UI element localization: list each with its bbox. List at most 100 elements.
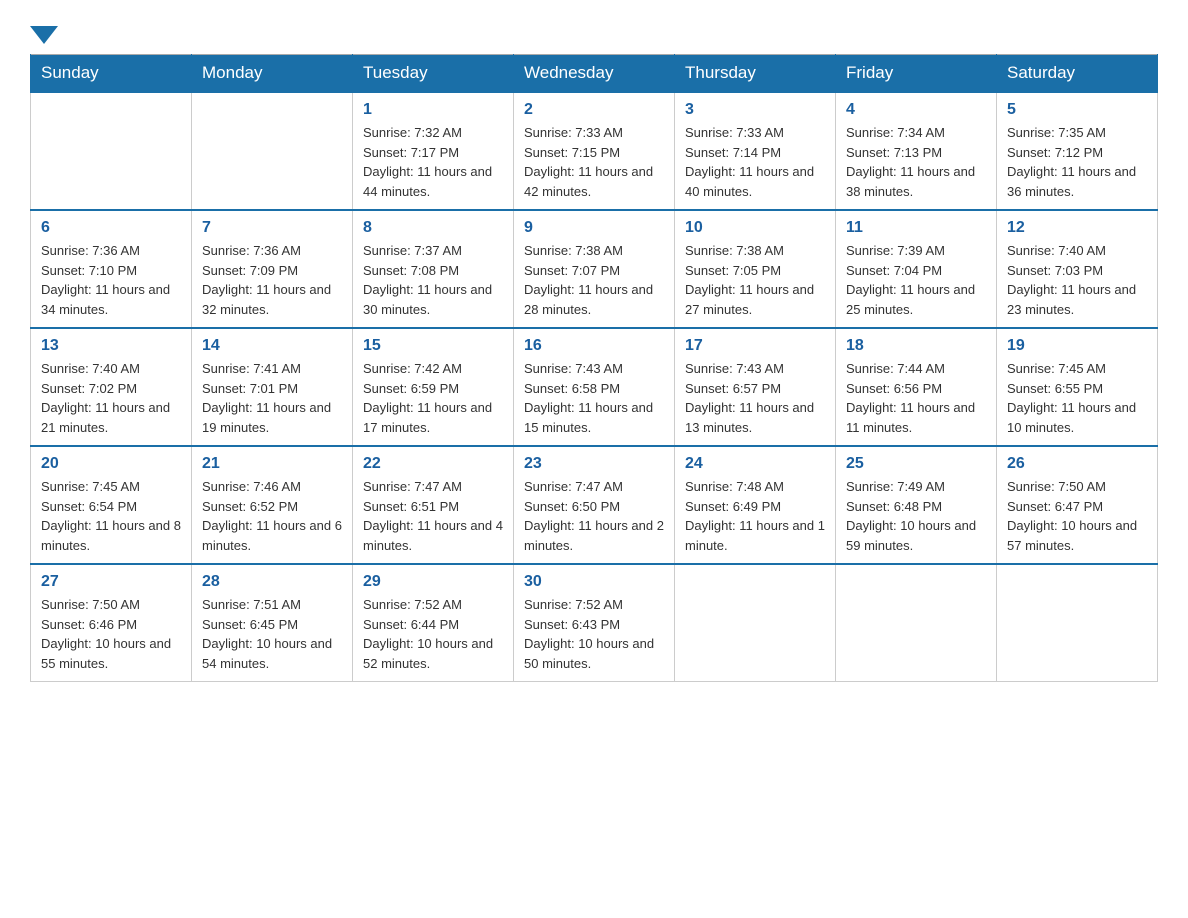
calendar-cell: 18 Sunrise: 7:44 AMSunset: 6:56 PMDayligh…	[836, 328, 997, 446]
day-number: 25	[846, 455, 986, 473]
day-info: Sunrise: 7:40 AMSunset: 7:03 PMDaylight:…	[1007, 241, 1147, 319]
day-info: Sunrise: 7:38 AMSunset: 7:05 PMDaylight:…	[685, 241, 825, 319]
logo	[30, 20, 58, 44]
logo-row1	[30, 20, 58, 44]
day-info: Sunrise: 7:50 AMSunset: 6:47 PMDaylight:…	[1007, 477, 1147, 555]
day-info: Sunrise: 7:49 AMSunset: 6:48 PMDaylight:…	[846, 477, 986, 555]
calendar-week-row: 27 Sunrise: 7:50 AMSunset: 6:46 PMDayligh…	[31, 564, 1158, 682]
header-wednesday: Wednesday	[514, 55, 675, 93]
calendar-table: SundayMondayTuesdayWednesdayThursdayFrid…	[30, 54, 1158, 682]
day-number: 11	[846, 219, 986, 237]
day-number: 12	[1007, 219, 1147, 237]
logo-combined	[30, 20, 58, 44]
day-number: 4	[846, 101, 986, 119]
day-number: 14	[202, 337, 342, 355]
day-info: Sunrise: 7:48 AMSunset: 6:49 PMDaylight:…	[685, 477, 825, 555]
calendar-week-row: 1 Sunrise: 7:32 AMSunset: 7:17 PMDaylight…	[31, 92, 1158, 210]
day-info: Sunrise: 7:39 AMSunset: 7:04 PMDaylight:…	[846, 241, 986, 319]
day-info: Sunrise: 7:43 AMSunset: 6:57 PMDaylight:…	[685, 359, 825, 437]
calendar-cell: 3 Sunrise: 7:33 AMSunset: 7:14 PMDaylight…	[675, 92, 836, 210]
calendar-cell: 25 Sunrise: 7:49 AMSunset: 6:48 PMDayligh…	[836, 446, 997, 564]
calendar-cell: 20 Sunrise: 7:45 AMSunset: 6:54 PMDayligh…	[31, 446, 192, 564]
day-info: Sunrise: 7:47 AMSunset: 6:50 PMDaylight:…	[524, 477, 664, 555]
calendar-cell: 13 Sunrise: 7:40 AMSunset: 7:02 PMDayligh…	[31, 328, 192, 446]
day-number: 26	[1007, 455, 1147, 473]
day-number: 10	[685, 219, 825, 237]
calendar-cell: 27 Sunrise: 7:50 AMSunset: 6:46 PMDayligh…	[31, 564, 192, 682]
calendar-cell: 16Sunrise: 7:43 AMSunset: 6:58 PMDayligh…	[514, 328, 675, 446]
day-number: 1	[363, 101, 503, 119]
day-number: 13	[41, 337, 181, 355]
day-info: Sunrise: 7:36 AMSunset: 7:10 PMDaylight:…	[41, 241, 181, 319]
day-info: Sunrise: 7:47 AMSunset: 6:51 PMDaylight:…	[363, 477, 503, 555]
calendar-cell: 30 Sunrise: 7:52 AMSunset: 6:43 PMDayligh…	[514, 564, 675, 682]
calendar-cell: 9Sunrise: 7:38 AMSunset: 7:07 PMDaylight…	[514, 210, 675, 328]
calendar-cell: 14 Sunrise: 7:41 AMSunset: 7:01 PMDayligh…	[192, 328, 353, 446]
calendar-cell: 8 Sunrise: 7:37 AMSunset: 7:08 PMDaylight…	[353, 210, 514, 328]
day-number: 30	[524, 573, 664, 591]
calendar-cell	[675, 564, 836, 682]
day-info: Sunrise: 7:33 AMSunset: 7:14 PMDaylight:…	[685, 123, 825, 201]
calendar-cell: 6Sunrise: 7:36 AMSunset: 7:10 PMDaylight…	[31, 210, 192, 328]
calendar-cell	[192, 92, 353, 210]
day-info: Sunrise: 7:33 AMSunset: 7:15 PMDaylight:…	[524, 123, 664, 201]
day-number: 2	[524, 101, 664, 119]
day-number: 21	[202, 455, 342, 473]
calendar-cell	[997, 564, 1158, 682]
day-number: 24	[685, 455, 825, 473]
day-number: 29	[363, 573, 503, 591]
calendar-cell: 10 Sunrise: 7:38 AMSunset: 7:05 PMDayligh…	[675, 210, 836, 328]
day-number: 27	[41, 573, 181, 591]
day-info: Sunrise: 7:36 AMSunset: 7:09 PMDaylight:…	[202, 241, 342, 319]
day-number: 7	[202, 219, 342, 237]
calendar-cell: 2 Sunrise: 7:33 AMSunset: 7:15 PMDaylight…	[514, 92, 675, 210]
calendar-cell	[836, 564, 997, 682]
day-info: Sunrise: 7:35 AMSunset: 7:12 PMDaylight:…	[1007, 123, 1147, 201]
day-number: 9	[524, 219, 664, 237]
day-number: 15	[363, 337, 503, 355]
day-number: 18	[846, 337, 986, 355]
day-info: Sunrise: 7:32 AMSunset: 7:17 PMDaylight:…	[363, 123, 503, 201]
day-info: Sunrise: 7:52 AMSunset: 6:44 PMDaylight:…	[363, 595, 503, 673]
calendar-cell: 1 Sunrise: 7:32 AMSunset: 7:17 PMDaylight…	[353, 92, 514, 210]
logo-arrow-icon	[30, 26, 58, 44]
day-info: Sunrise: 7:45 AMSunset: 6:54 PMDaylight:…	[41, 477, 181, 555]
calendar-cell: 5 Sunrise: 7:35 AMSunset: 7:12 PMDaylight…	[997, 92, 1158, 210]
calendar-cell: 4 Sunrise: 7:34 AMSunset: 7:13 PMDaylight…	[836, 92, 997, 210]
calendar-header-row: SundayMondayTuesdayWednesdayThursdayFrid…	[31, 55, 1158, 93]
day-info: Sunrise: 7:52 AMSunset: 6:43 PMDaylight:…	[524, 595, 664, 673]
header-saturday: Saturday	[997, 55, 1158, 93]
day-number: 20	[41, 455, 181, 473]
day-info: Sunrise: 7:37 AMSunset: 7:08 PMDaylight:…	[363, 241, 503, 319]
day-info: Sunrise: 7:40 AMSunset: 7:02 PMDaylight:…	[41, 359, 181, 437]
day-info: Sunrise: 7:42 AMSunset: 6:59 PMDaylight:…	[363, 359, 503, 437]
day-info: Sunrise: 7:44 AMSunset: 6:56 PMDaylight:…	[846, 359, 986, 437]
day-info: Sunrise: 7:43 AMSunset: 6:58 PMDaylight:…	[524, 359, 664, 437]
day-info: Sunrise: 7:50 AMSunset: 6:46 PMDaylight:…	[41, 595, 181, 673]
day-info: Sunrise: 7:34 AMSunset: 7:13 PMDaylight:…	[846, 123, 986, 201]
day-number: 3	[685, 101, 825, 119]
calendar-cell: 7 Sunrise: 7:36 AMSunset: 7:09 PMDaylight…	[192, 210, 353, 328]
day-number: 8	[363, 219, 503, 237]
header-friday: Friday	[836, 55, 997, 93]
calendar-week-row: 6Sunrise: 7:36 AMSunset: 7:10 PMDaylight…	[31, 210, 1158, 328]
day-number: 5	[1007, 101, 1147, 119]
header-sunday: Sunday	[31, 55, 192, 93]
day-info: Sunrise: 7:45 AMSunset: 6:55 PMDaylight:…	[1007, 359, 1147, 437]
calendar-cell: 29 Sunrise: 7:52 AMSunset: 6:44 PMDayligh…	[353, 564, 514, 682]
day-number: 28	[202, 573, 342, 591]
calendar-cell: 23 Sunrise: 7:47 AMSunset: 6:50 PMDayligh…	[514, 446, 675, 564]
header-thursday: Thursday	[675, 55, 836, 93]
calendar-week-row: 20 Sunrise: 7:45 AMSunset: 6:54 PMDayligh…	[31, 446, 1158, 564]
day-info: Sunrise: 7:46 AMSunset: 6:52 PMDaylight:…	[202, 477, 342, 555]
calendar-cell: 11 Sunrise: 7:39 AMSunset: 7:04 PMDayligh…	[836, 210, 997, 328]
calendar-cell: 26 Sunrise: 7:50 AMSunset: 6:47 PMDayligh…	[997, 446, 1158, 564]
day-info: Sunrise: 7:41 AMSunset: 7:01 PMDaylight:…	[202, 359, 342, 437]
day-number: 17	[685, 337, 825, 355]
day-number: 22	[363, 455, 503, 473]
day-number: 23	[524, 455, 664, 473]
calendar-cell	[31, 92, 192, 210]
calendar-cell: 21 Sunrise: 7:46 AMSunset: 6:52 PMDayligh…	[192, 446, 353, 564]
page-header	[30, 20, 1158, 44]
calendar-cell: 15 Sunrise: 7:42 AMSunset: 6:59 PMDayligh…	[353, 328, 514, 446]
